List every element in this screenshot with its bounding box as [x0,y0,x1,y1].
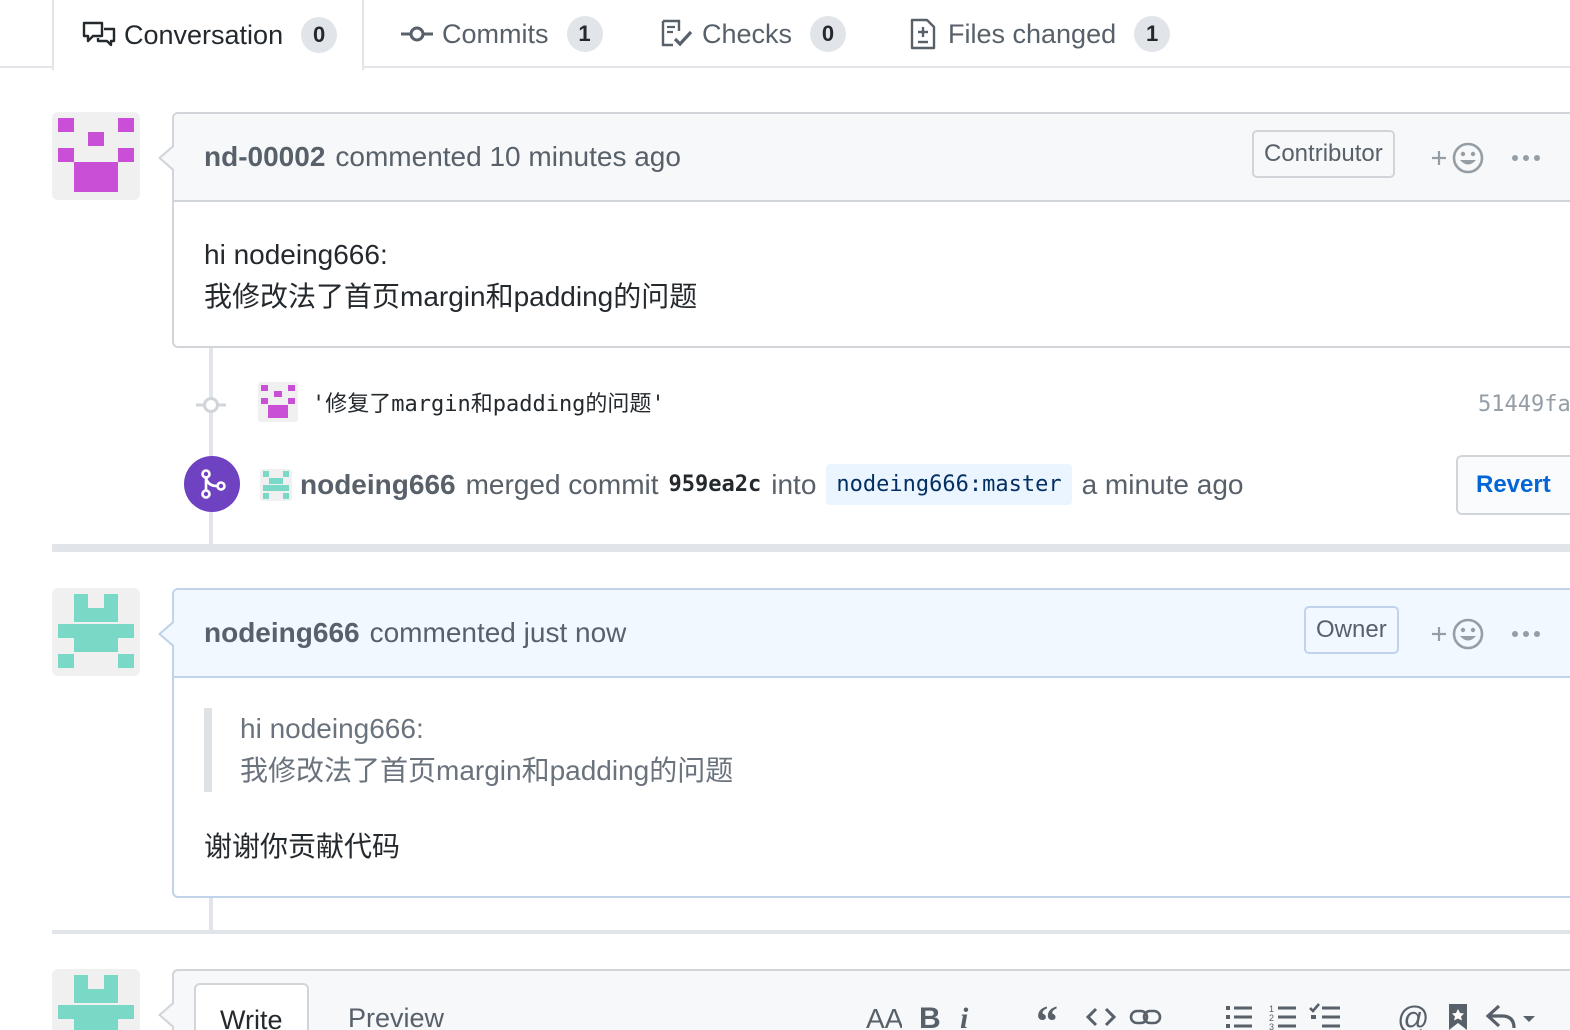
quote-text: hi nodeing666: [240,713,424,744]
mention-icon[interactable]: @ [1396,997,1430,1030]
add-reaction-button[interactable] [1430,138,1490,178]
tab-label: Commits [442,18,549,49]
blockquote: hi nodeing666: 我修改法了首页margin和padding的问题 [204,708,1560,792]
commit-message-link[interactable]: '修复了margin和padding的问题' [312,386,665,418]
comment: nodeing666 commented just now Owner hi n… [158,588,1570,898]
heading-icon[interactable]: AA [864,997,904,1030]
timeline-divider [52,544,1570,552]
timeline-divider [52,930,1570,934]
merge-author[interactable]: nodeing666 [300,469,456,501]
commit-sha-link[interactable]: 51449fa [1478,392,1570,417]
bookmark-icon[interactable] [1444,997,1472,1030]
avatar[interactable] [260,468,292,501]
tab-label: Files changed [948,18,1117,49]
comment-header: nodeing666 commented just now Owner [174,590,1570,678]
tab-files-changed[interactable]: Files changed 1 [906,0,1171,68]
kebab-horizontal-icon[interactable] [1506,614,1546,654]
code-icon[interactable] [1084,997,1118,1030]
merge-action-text: merged commit [465,468,659,500]
reply-icon[interactable] [1484,997,1540,1030]
comment-body: hi nodeing666: 我修改法了首页margin和padding的问题 … [174,678,1570,898]
tab-counter: 1 [566,16,603,52]
quote-text: 我修改法了首页margin和padding的问题 [240,755,734,786]
branch-label[interactable]: nodeing666:master [826,464,1072,505]
commit-message-row: '修复了margin和padding的问题' [258,382,665,422]
merge-timestamp[interactable]: a minute ago [1082,469,1244,501]
tab-counter: 1 [1134,16,1171,52]
merge-into-text: into [771,468,817,500]
role-badge: Contributor [1252,130,1395,178]
svg-text:3: 3 [1269,1022,1274,1030]
quote-icon[interactable]: “ [1034,997,1068,1030]
comment-text: hi nodeing666: [204,239,388,270]
merge-event: nodeing666 merged commit 959ea2c into no… [260,464,1243,505]
tab-counter: 0 [301,17,338,53]
tab-commits[interactable]: Commits 1 [400,0,603,68]
timeline-line [209,898,213,932]
comment-text: 我修改法了首页margin和padding的问题 [204,281,698,312]
checklist-icon [660,18,694,50]
comment-body: hi nodeing666: 我修改法了首页margin和padding的问题 [174,202,1570,348]
add-reaction-button[interactable] [1430,614,1490,654]
avatar[interactable] [52,112,140,200]
revert-button[interactable]: Revert [1456,455,1570,515]
preview-tab[interactable]: Preview [324,983,468,1030]
smiley-icon [1432,618,1484,650]
link-icon[interactable] [1128,997,1164,1030]
comment-author[interactable]: nodeing666 [204,617,360,649]
comment: nd-00002 commented 10 minutes ago Contri… [158,112,1570,348]
new-comment-form: Write Preview AA B i “ 123 @ [158,969,1570,1030]
git-merge-icon [184,456,240,512]
pull-request-tabs: Conversation 0 Commits 1 Checks 0 Files … [0,0,1570,70]
svg-text:B: B [919,1002,941,1030]
comment-discussion-icon [82,19,116,51]
comment-author[interactable]: nd-00002 [204,141,325,173]
tasklist-icon[interactable] [1308,997,1342,1030]
file-diff-icon [906,18,940,50]
list-ordered-icon[interactable]: 123 [1268,997,1298,1030]
comment-timestamp[interactable]: commented just now [370,617,627,649]
comment-header: nd-00002 commented 10 minutes ago Contri… [174,114,1570,202]
svg-text:@: @ [1397,1001,1429,1030]
smiley-icon [1432,142,1484,174]
svg-text:i: i [960,1002,969,1030]
comment-timestamp[interactable]: commented 10 minutes ago [335,141,681,173]
italic-icon[interactable]: i [954,997,978,1030]
tab-label: Conversation [124,19,284,50]
comment-text: 谢谢你贡献代码 [204,831,401,862]
git-commit-icon [196,397,226,413]
svg-text:AA: AA [866,1003,902,1030]
kebab-horizontal-icon[interactable] [1506,138,1546,178]
git-commit-icon [400,18,434,50]
tab-conversation[interactable]: Conversation 0 [52,0,364,70]
avatar[interactable] [52,588,140,676]
avatar[interactable] [258,382,298,422]
commit-event: '修复了margin和padding的问题' 51449fa [196,378,1570,428]
merge-commit-sha[interactable]: 959ea2c [669,472,762,497]
tab-label: Checks [702,18,793,49]
write-tab[interactable]: Write [194,983,309,1030]
avatar[interactable] [52,969,140,1030]
list-unordered-icon[interactable] [1224,997,1254,1030]
svg-text:“: “ [1036,1002,1058,1030]
bold-icon[interactable]: B [914,997,944,1030]
tab-checks[interactable]: Checks 0 [660,0,847,68]
role-badge: Owner [1304,606,1399,654]
tab-counter: 0 [810,16,847,52]
